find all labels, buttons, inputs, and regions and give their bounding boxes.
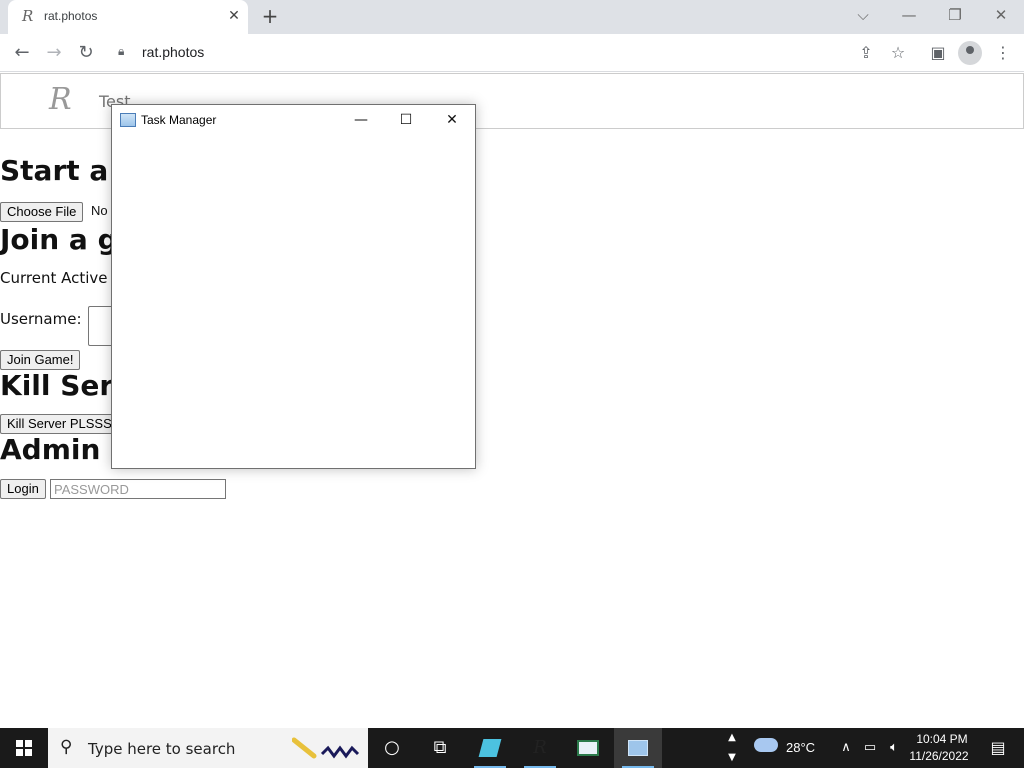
login-button[interactable]: Login bbox=[0, 479, 46, 499]
task-manager-close-button[interactable]: ✕ bbox=[437, 108, 467, 132]
side-panel-icon[interactable]: ▣ bbox=[925, 40, 951, 66]
weather-widget[interactable]: 28°C bbox=[752, 728, 826, 768]
task-manager-titlebar[interactable]: Task Manager — ☐ ✕ bbox=[112, 105, 475, 135]
cloud-icon bbox=[754, 738, 778, 752]
browser-toolbar: ← → ↻ 🔒︎ rat.photos ⇪ ☆ ▣ ⋮ bbox=[0, 34, 1024, 72]
task-manager-title: Task Manager bbox=[141, 113, 217, 127]
show-hidden-icons-chevron-icon[interactable]: ∧ bbox=[838, 728, 854, 768]
taskbar-app-chrome-icon[interactable]: R bbox=[516, 728, 564, 768]
taskbar-app-task-manager-icon[interactable] bbox=[614, 728, 662, 768]
tab-favicon-icon: R bbox=[22, 7, 34, 25]
window-restore-button[interactable]: ❐ bbox=[941, 4, 969, 28]
taskbar-scroll-icon[interactable]: ▲ ▼ bbox=[724, 728, 740, 768]
join-game-button[interactable]: Join Game! bbox=[0, 350, 81, 370]
file-status-text: No bbox=[91, 203, 108, 218]
site-logo[interactable]: R bbox=[49, 82, 72, 117]
tab-close-icon[interactable]: ✕ bbox=[224, 6, 244, 26]
windows-taskbar: ⚲ Type here to search ○ ⧉ R ▲ ▼ 28°C ∧ ▭ … bbox=[0, 728, 1024, 768]
tab-title: rat.photos bbox=[44, 9, 98, 23]
window-minimize-button[interactable]: — bbox=[895, 4, 923, 28]
network-icon[interactable]: ▭ bbox=[860, 728, 880, 768]
new-tab-button[interactable]: + bbox=[258, 5, 282, 29]
choose-file-button[interactable]: Choose File bbox=[0, 202, 84, 222]
current-active-label: Current Active bbox=[0, 269, 108, 287]
lock-icon[interactable]: 🔒︎ bbox=[118, 44, 124, 59]
taskbar-app-explorer-icon[interactable] bbox=[564, 728, 612, 768]
task-manager-minimize-button[interactable]: — bbox=[346, 108, 376, 132]
task-manager-icon bbox=[120, 113, 136, 127]
search-placeholder: Type here to search bbox=[88, 740, 236, 758]
address-bar-url[interactable]: rat.photos bbox=[142, 44, 204, 60]
taskbar-app-notepad-icon[interactable] bbox=[466, 728, 514, 768]
kebab-menu-icon[interactable]: ⋮ bbox=[990, 40, 1016, 66]
search-icon: ⚲ bbox=[60, 737, 73, 757]
star-icon[interactable]: ☆ bbox=[885, 40, 911, 66]
kill-server-button[interactable]: Kill Server PLSSS bbox=[0, 414, 120, 434]
taskbar-search-box[interactable]: ⚲ Type here to search bbox=[48, 728, 368, 768]
profile-icon[interactable] bbox=[958, 41, 982, 65]
windows-logo-icon bbox=[16, 740, 32, 756]
heading-join-game: Join a g bbox=[0, 223, 118, 256]
task-view-icon[interactable]: ⧉ bbox=[416, 728, 464, 768]
username-label: Username: bbox=[0, 310, 82, 328]
share-icon[interactable]: ⇪ bbox=[853, 40, 879, 66]
reload-icon[interactable]: ↻ bbox=[73, 40, 99, 66]
task-manager-maximize-button[interactable]: ☐ bbox=[391, 108, 421, 132]
forward-arrow-icon[interactable]: → bbox=[41, 40, 67, 66]
weather-temperature: 28°C bbox=[786, 740, 816, 755]
search-highlight-pencil-icon bbox=[292, 737, 360, 759]
browser-tab-bar: R rat.photos ✕ + ⌵ — ❐ ✕ bbox=[0, 0, 1024, 34]
clock-date[interactable]: 11/26/2022 bbox=[906, 749, 972, 763]
clock-time[interactable]: 10:04 PM bbox=[912, 732, 972, 746]
task-manager-window[interactable]: Task Manager — ☐ ✕ bbox=[111, 104, 476, 469]
volume-icon[interactable]: 🔈︎ bbox=[884, 728, 904, 768]
start-button[interactable] bbox=[0, 728, 48, 768]
password-input[interactable] bbox=[50, 479, 226, 499]
cortana-icon[interactable]: ○ bbox=[368, 728, 416, 768]
tab-search-chevron-icon[interactable]: ⌵ bbox=[849, 4, 877, 28]
omnibox[interactable]: 🔒︎ rat.photos bbox=[108, 38, 918, 68]
back-arrow-icon[interactable]: ← bbox=[9, 40, 35, 66]
browser-tab[interactable]: R rat.photos ✕ bbox=[8, 0, 248, 34]
notification-center-icon[interactable]: ▤ bbox=[978, 728, 1018, 768]
heading-start-game: Start a bbox=[0, 154, 109, 187]
window-close-button[interactable]: ✕ bbox=[987, 4, 1015, 28]
